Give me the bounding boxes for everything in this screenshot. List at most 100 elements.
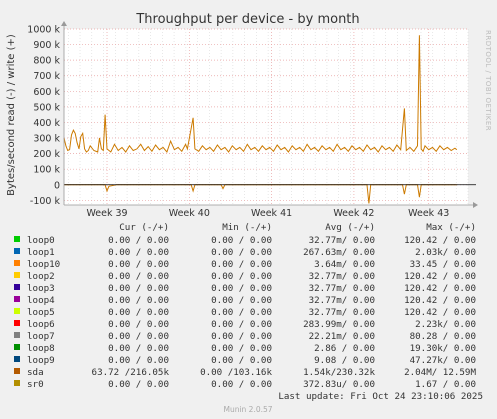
legend-min-loop6: 0.00 / 0.00 (211, 319, 272, 330)
legend-min-loop9: 0.00 / 0.00 (211, 355, 272, 366)
y-axis-label: Bytes/second read (-) / write (+) (6, 34, 17, 196)
legend-swatch-loop8 (14, 344, 20, 350)
legend-max-loop1: 2.03k/ 0.00 (415, 247, 476, 258)
y-tick-label: 700 k (33, 71, 60, 82)
chart: Throughput per device - by month RRDTOOL… (6, 12, 492, 414)
legend-cur-sr0: 0.00 / 0.00 (108, 379, 169, 390)
legend-swatch-loop9 (14, 356, 20, 362)
legend-avg-loop10: 3.64m/ 0.00 (314, 259, 375, 270)
legend-name-loop0: loop0 (27, 235, 55, 246)
legend-max-loop4: 120.42 / 0.00 (404, 295, 476, 306)
legend-cur-loop3: 0.00 / 0.00 (108, 283, 169, 294)
legend-cur-loop5: 0.00 / 0.00 (108, 307, 169, 318)
legend-name-loop3: loop3 (27, 283, 55, 294)
x-axis-arrow (473, 202, 478, 208)
x-tick-label: Week 39 (86, 208, 127, 219)
legend-min-loop10: 0.00 / 0.00 (211, 259, 272, 270)
legend-max-loop2: 120.42 / 0.00 (404, 271, 476, 282)
last-update: Last update: Fri Oct 24 23:10:06 2025 (278, 391, 483, 402)
legend-cur-loop2: 0.00 / 0.00 (108, 271, 169, 282)
legend-avg-loop4: 32.77m/ 0.00 (309, 295, 375, 306)
legend: Cur (-/+) Min (-/+) Avg (-/+) Max (-/+) loop… (14, 222, 476, 390)
legend-min-loop8: 0.00 / 0.00 (211, 343, 272, 354)
legend-avg-loop9: 9.08 / 0.00 (314, 355, 375, 366)
chart-title: Throughput per device - by month (135, 12, 359, 27)
legend-cur-loop6: 0.00 / 0.00 (108, 319, 169, 330)
x-tick-labels: Week 39 Week 40 Week 41 Week 42 Week 43 (86, 208, 449, 219)
y-tick-label: 1000 k (27, 25, 60, 36)
x-tick-label: Week 43 (408, 208, 449, 219)
y-tick-label: 100 k (33, 165, 60, 176)
legend-max-sda: 2.04M/ 12.59M (404, 367, 476, 378)
legend-max-loop3: 120.42 / 0.00 (404, 283, 476, 294)
legend-max-loop6: 2.23k/ 0.00 (415, 319, 476, 330)
legend-header: Cur (-/+) (119, 222, 169, 233)
x-tick-label: Week 40 (169, 208, 210, 219)
legend-min-sda: 0.00 /103.16k (200, 367, 272, 378)
y-tick-label: 400 k (33, 118, 60, 129)
legend-cur-loop1: 0.00 / 0.00 (108, 247, 169, 258)
y-tick-label: 500 k (33, 102, 60, 113)
legend-cur-loop8: 0.00 / 0.00 (108, 343, 169, 354)
legend-min-loop1: 0.00 / 0.00 (211, 247, 272, 258)
legend-max-loop7: 80.28 / 0.00 (410, 331, 476, 342)
legend-swatch-loop3 (14, 284, 20, 290)
legend-swatch-loop4 (14, 296, 20, 302)
legend-name-loop10: loop10 (27, 259, 60, 270)
legend-name-sda: sda (27, 367, 44, 378)
y-tick-label: 600 k (33, 87, 60, 98)
y-tick-labels: 1000 k 900 k 800 k 700 k 600 k 500 k 400 k 300 … (27, 25, 60, 207)
legend-avg-loop7: 22.21m/ 0.00 (309, 331, 375, 342)
legend-header: Avg (-/+) (325, 222, 375, 233)
legend-swatch-loop7 (14, 332, 20, 338)
legend-max-loop5: 120.42 / 0.00 (404, 307, 476, 318)
x-tick-label: Week 42 (333, 208, 374, 219)
legend-name-loop2: loop2 (27, 271, 55, 282)
legend-avg-loop6: 283.99m/ 0.00 (303, 319, 375, 330)
legend-name-loop9: loop9 (27, 355, 55, 366)
legend-cur-loop9: 0.00 / 0.00 (108, 355, 169, 366)
legend-header: Max (-/+) (426, 222, 476, 233)
y-axis-arrow (61, 21, 67, 26)
legend-cur-loop4: 0.00 / 0.00 (108, 295, 169, 306)
legend-name-loop1: loop1 (27, 247, 55, 258)
legend-avg-loop1: 267.63m/ 0.00 (303, 247, 375, 258)
x-tick-label: Week 41 (251, 208, 292, 219)
legend-avg-loop0: 32.77m/ 0.00 (309, 235, 375, 246)
legend-min-sr0: 0.00 / 0.00 (211, 379, 272, 390)
legend-avg-sda: 1.54k/230.32k (303, 367, 375, 378)
legend-name-loop4: loop4 (27, 295, 55, 306)
legend-swatch-loop5 (14, 308, 20, 314)
legend-name-loop7: loop7 (27, 331, 55, 342)
legend-swatch-loop10 (14, 260, 20, 266)
legend-cur-loop7: 0.00 / 0.00 (108, 331, 169, 342)
legend-swatch-loop2 (14, 272, 20, 278)
legend-avg-loop2: 32.77m/ 0.00 (309, 271, 375, 282)
legend-min-loop7: 0.00 / 0.00 (211, 331, 272, 342)
legend-avg-loop8: 2.86 / 0.00 (314, 343, 375, 354)
legend-max-loop10: 33.45 / 0.00 (410, 259, 476, 270)
legend-max-loop9: 47.27k/ 0.00 (410, 355, 476, 366)
legend-swatch-loop6 (14, 320, 20, 326)
y-tick-label: 900 k (33, 40, 60, 51)
y-tick-label: 800 k (33, 56, 60, 67)
legend-name-loop6: loop6 (27, 319, 55, 330)
legend-swatch-loop0 (14, 236, 20, 242)
legend-max-loop0: 120.42 / 0.00 (404, 235, 476, 246)
legend-min-loop3: 0.00 / 0.00 (211, 283, 272, 294)
legend-name-sr0: sr0 (27, 379, 44, 390)
legend-avg-loop5: 32.77m/ 0.00 (309, 307, 375, 318)
legend-cur-loop10: 0.00 / 0.00 (108, 259, 169, 270)
rrdtool-side-label: RRDTOOL / TOBI OETIKER (484, 30, 492, 131)
y-tick-label: 300 k (33, 134, 60, 145)
legend-swatch-loop1 (14, 248, 20, 254)
legend-min-loop4: 0.00 / 0.00 (211, 295, 272, 306)
legend-header: Min (-/+) (222, 222, 272, 233)
legend-max-sr0: 1.67 / 0.00 (415, 379, 476, 390)
plot-area (64, 29, 468, 205)
y-tick-label: -100 k (30, 196, 61, 207)
legend-avg-sr0: 372.83u/ 0.00 (303, 379, 375, 390)
y-tick-label: 200 k (33, 149, 60, 160)
y-tick-label: 0 (54, 180, 60, 191)
legend-cur-loop0: 0.00 / 0.00 (108, 235, 169, 246)
